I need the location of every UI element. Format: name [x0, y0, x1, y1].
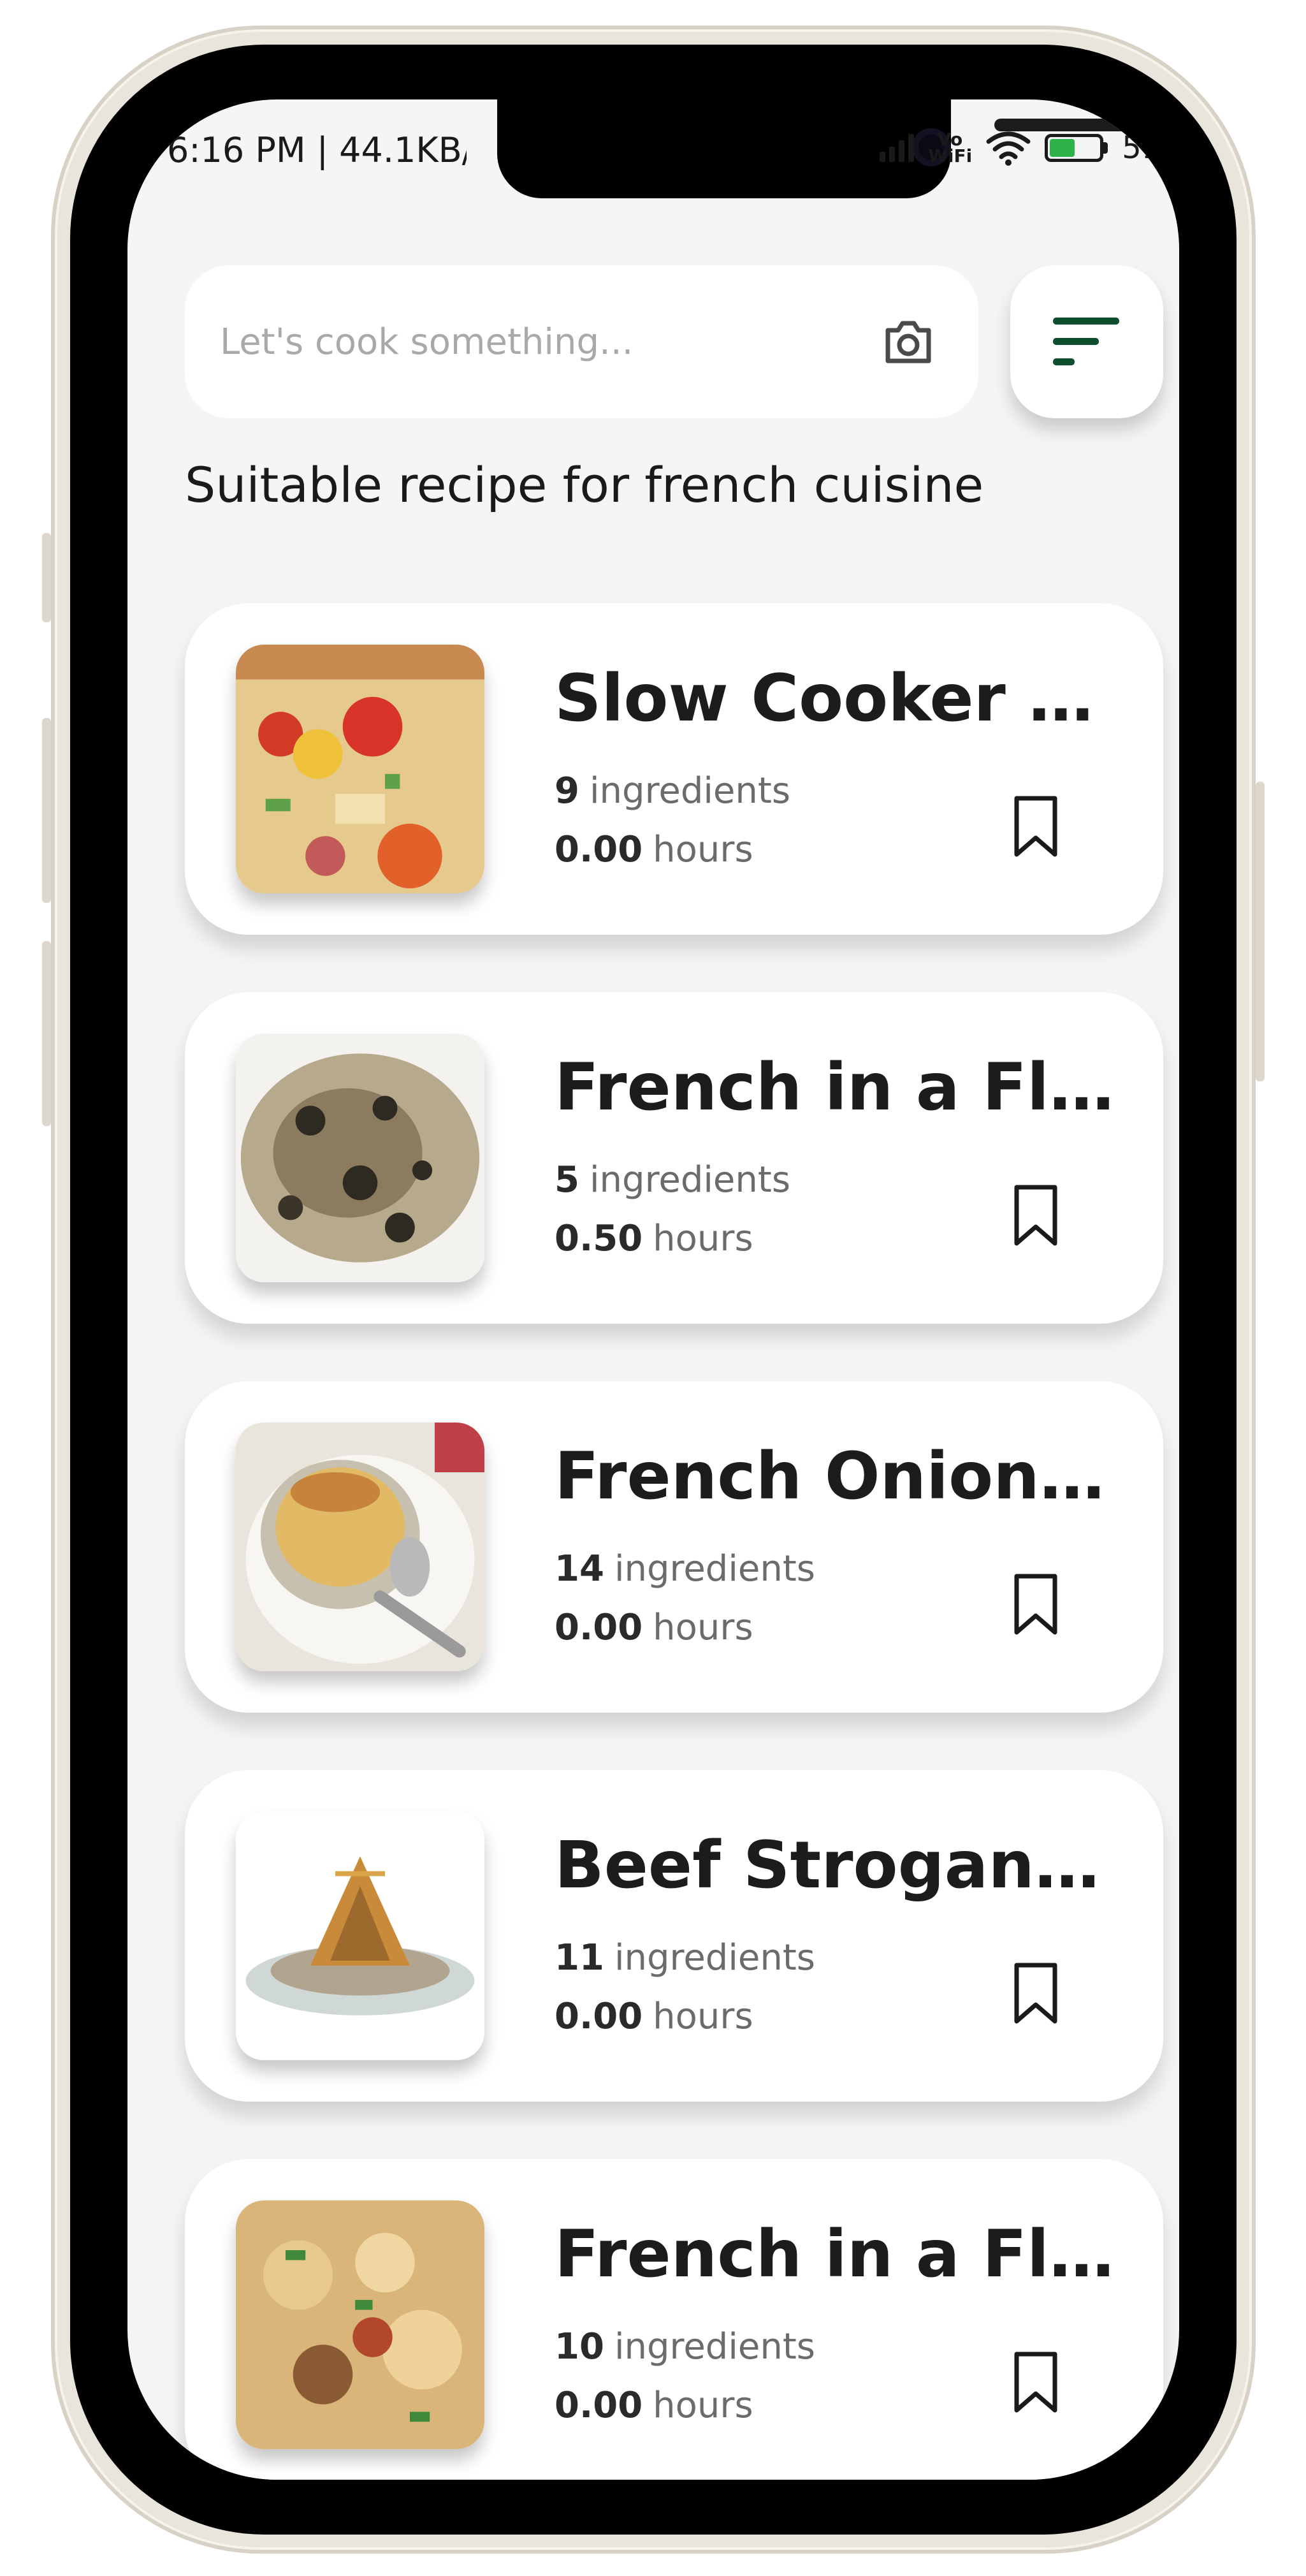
- bookmark-icon[interactable]: [1010, 2350, 1061, 2414]
- search-placeholder: Let's cook something...: [220, 321, 634, 363]
- recipe-card[interactable]: Slow Cooker Ha... 9ingredients 0.00hours: [185, 603, 1163, 935]
- recipe-title: Slow Cooker Ha...: [555, 661, 1115, 736]
- hours-value: 0.00: [555, 2385, 643, 2426]
- ingredients-info: 9 ingredients: [555, 770, 790, 812]
- ingredients-label: ingredients: [614, 1548, 815, 1590]
- volume-up-button: [42, 718, 51, 903]
- status-time-network: 6:16 PM | 44.1KB/: [167, 130, 467, 170]
- ingredients-label: ingredients: [589, 770, 790, 812]
- ingredients-info: 10 ingredients: [555, 2326, 815, 2367]
- recipe-image: [236, 1811, 484, 2060]
- ingredients-count: 14: [555, 1548, 604, 1590]
- hours-info: 0.50 hours: [555, 1218, 753, 1259]
- hours-value: 0.50: [555, 1218, 643, 1259]
- hours-label: hours: [653, 829, 753, 870]
- recipe-title: Beef Stroganoff: [555, 1827, 1115, 1903]
- recipe-card[interactable]: French in a Flas... 10ingredients 0.00ho…: [185, 2159, 1163, 2480]
- ingredients-info: 14 ingredients: [555, 1548, 815, 1590]
- ingredients-info: 11 ingredients: [555, 1937, 815, 1979]
- recipe-image: [236, 1034, 484, 1282]
- bookmark-icon[interactable]: [1010, 1183, 1061, 1247]
- ingredients-count: 9: [555, 770, 579, 812]
- recipe-image: [236, 1423, 484, 1671]
- ingredients-label: ingredients: [614, 1937, 815, 1979]
- hours-label: hours: [653, 1607, 753, 1648]
- volume-down-button: [42, 941, 51, 1126]
- ingredients-info: 5 ingredients: [555, 1159, 790, 1201]
- hours-value: 0.00: [555, 829, 643, 870]
- bookmark-icon[interactable]: [1010, 1961, 1061, 2025]
- signal-icon: [880, 134, 914, 162]
- app-screen: 6:16 PM | 44.1KB/ Vo WiFi 51 Let's cook …: [127, 99, 1179, 2480]
- battery-percent: 51%: [1122, 130, 1179, 166]
- hours-info: 0.00 hours: [555, 1996, 753, 2037]
- recipe-title: French Onion S...: [555, 1438, 1115, 1514]
- battery-icon: [1045, 134, 1108, 162]
- section-title: Suitable recipe for french cuisine: [185, 457, 984, 513]
- mute-switch: [42, 533, 51, 622]
- camera-icon[interactable]: [883, 318, 934, 366]
- speaker: [994, 119, 1179, 131]
- vowifi-line2: WiFi: [928, 145, 973, 166]
- recipe-card[interactable]: French Onion S... 14ingredients 0.00hour…: [185, 1381, 1163, 1713]
- hours-info: 0.00 hours: [555, 2385, 753, 2426]
- filter-icon: [1053, 318, 1119, 365]
- ingredients-count: 11: [555, 1937, 604, 1979]
- hours-label: hours: [653, 1218, 753, 1259]
- bookmark-icon[interactable]: [1010, 794, 1061, 858]
- ingredients-label: ingredients: [589, 1159, 790, 1201]
- hours-label: hours: [653, 1996, 753, 2037]
- recipe-card[interactable]: French in a Flas... 5ingredients 0.50hou…: [185, 992, 1163, 1324]
- ingredients-count: 5: [555, 1159, 579, 1201]
- hours-info: 0.00 hours: [555, 1607, 753, 1648]
- recipe-title: French in a Flas...: [555, 1050, 1115, 1125]
- recipe-image: [236, 2200, 484, 2449]
- hours-label: hours: [653, 2385, 753, 2426]
- vowifi-icon: Vo WiFi: [928, 131, 972, 165]
- bookmark-icon[interactable]: [1010, 1572, 1061, 1636]
- recipe-card[interactable]: Beef Stroganoff 11 ingredients 0.00 hours: [185, 1770, 1163, 2102]
- phone-frame: 6:16 PM | 44.1KB/ Vo WiFi 51 Let's cook …: [42, 26, 1265, 2554]
- recipe-image: [236, 645, 484, 893]
- hours-value: 0.00: [555, 1607, 643, 1648]
- search-input[interactable]: Let's cook something...: [185, 265, 978, 418]
- wifi-icon: [986, 131, 1031, 166]
- ingredients-label: ingredients: [614, 2326, 815, 2367]
- bezel: 6:16 PM | 44.1KB/ Vo WiFi 51 Let's cook …: [70, 45, 1237, 2535]
- hours-value: 0.00: [555, 1996, 643, 2037]
- hours-info: 0.00 hours: [555, 829, 753, 870]
- filter-button[interactable]: [1010, 265, 1163, 418]
- ingredients-count: 10: [555, 2326, 604, 2367]
- status-icons: Vo WiFi 51%: [880, 130, 1179, 166]
- recipe-title: French in a Flas...: [555, 2216, 1115, 2292]
- power-button: [1256, 782, 1265, 1081]
